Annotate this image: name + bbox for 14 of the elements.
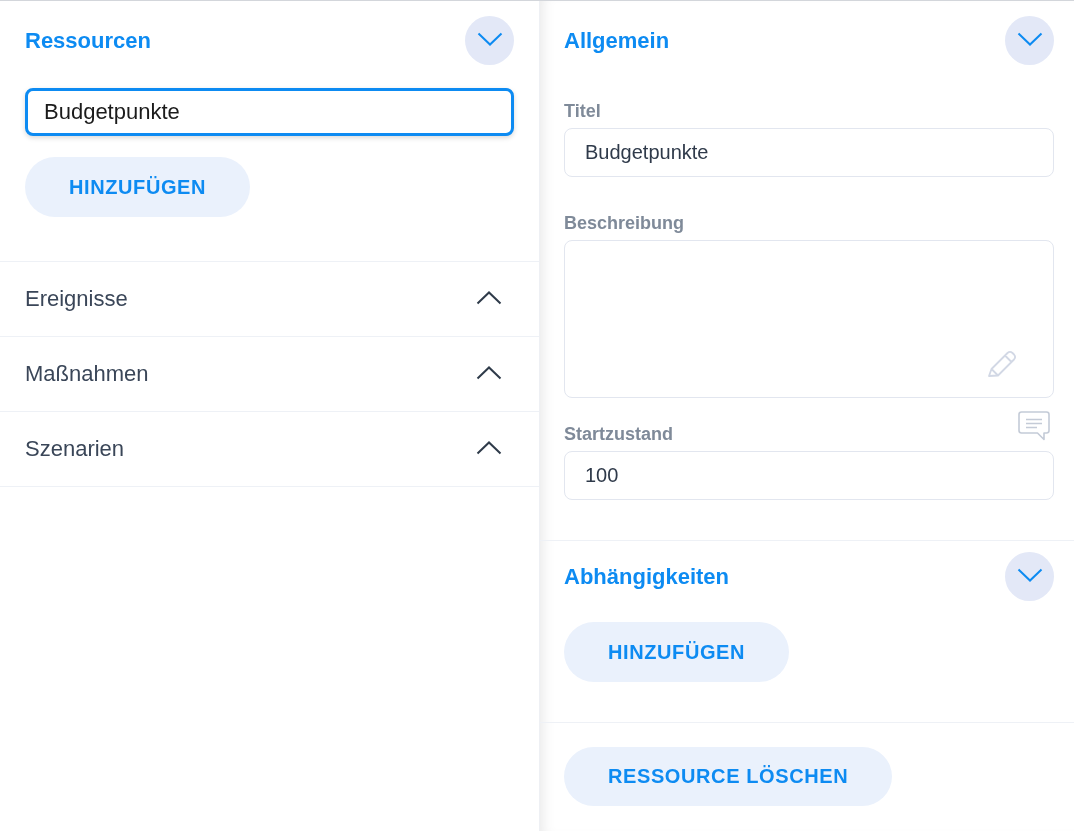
section-title: Allgemein — [564, 27, 670, 54]
collapse-button[interactable] — [1005, 16, 1054, 65]
input-field[interactable]: Budgetpunkte — [25, 88, 514, 136]
field-label: Titel — [564, 100, 601, 122]
field-label: Beschreibung — [564, 212, 685, 234]
collapse-button[interactable] — [1005, 552, 1054, 601]
collapse-button[interactable] — [465, 16, 514, 65]
comment-icon — [1018, 411, 1050, 441]
input-field[interactable]: 100 — [564, 451, 1054, 500]
field-label: Startzustand — [564, 423, 673, 445]
pencil-icon — [987, 350, 1017, 378]
section-title: Ressourcen — [25, 27, 151, 54]
section-title: Abhängigkeiten — [564, 563, 729, 590]
input-field[interactable]: Budgetpunkte — [564, 128, 1054, 177]
